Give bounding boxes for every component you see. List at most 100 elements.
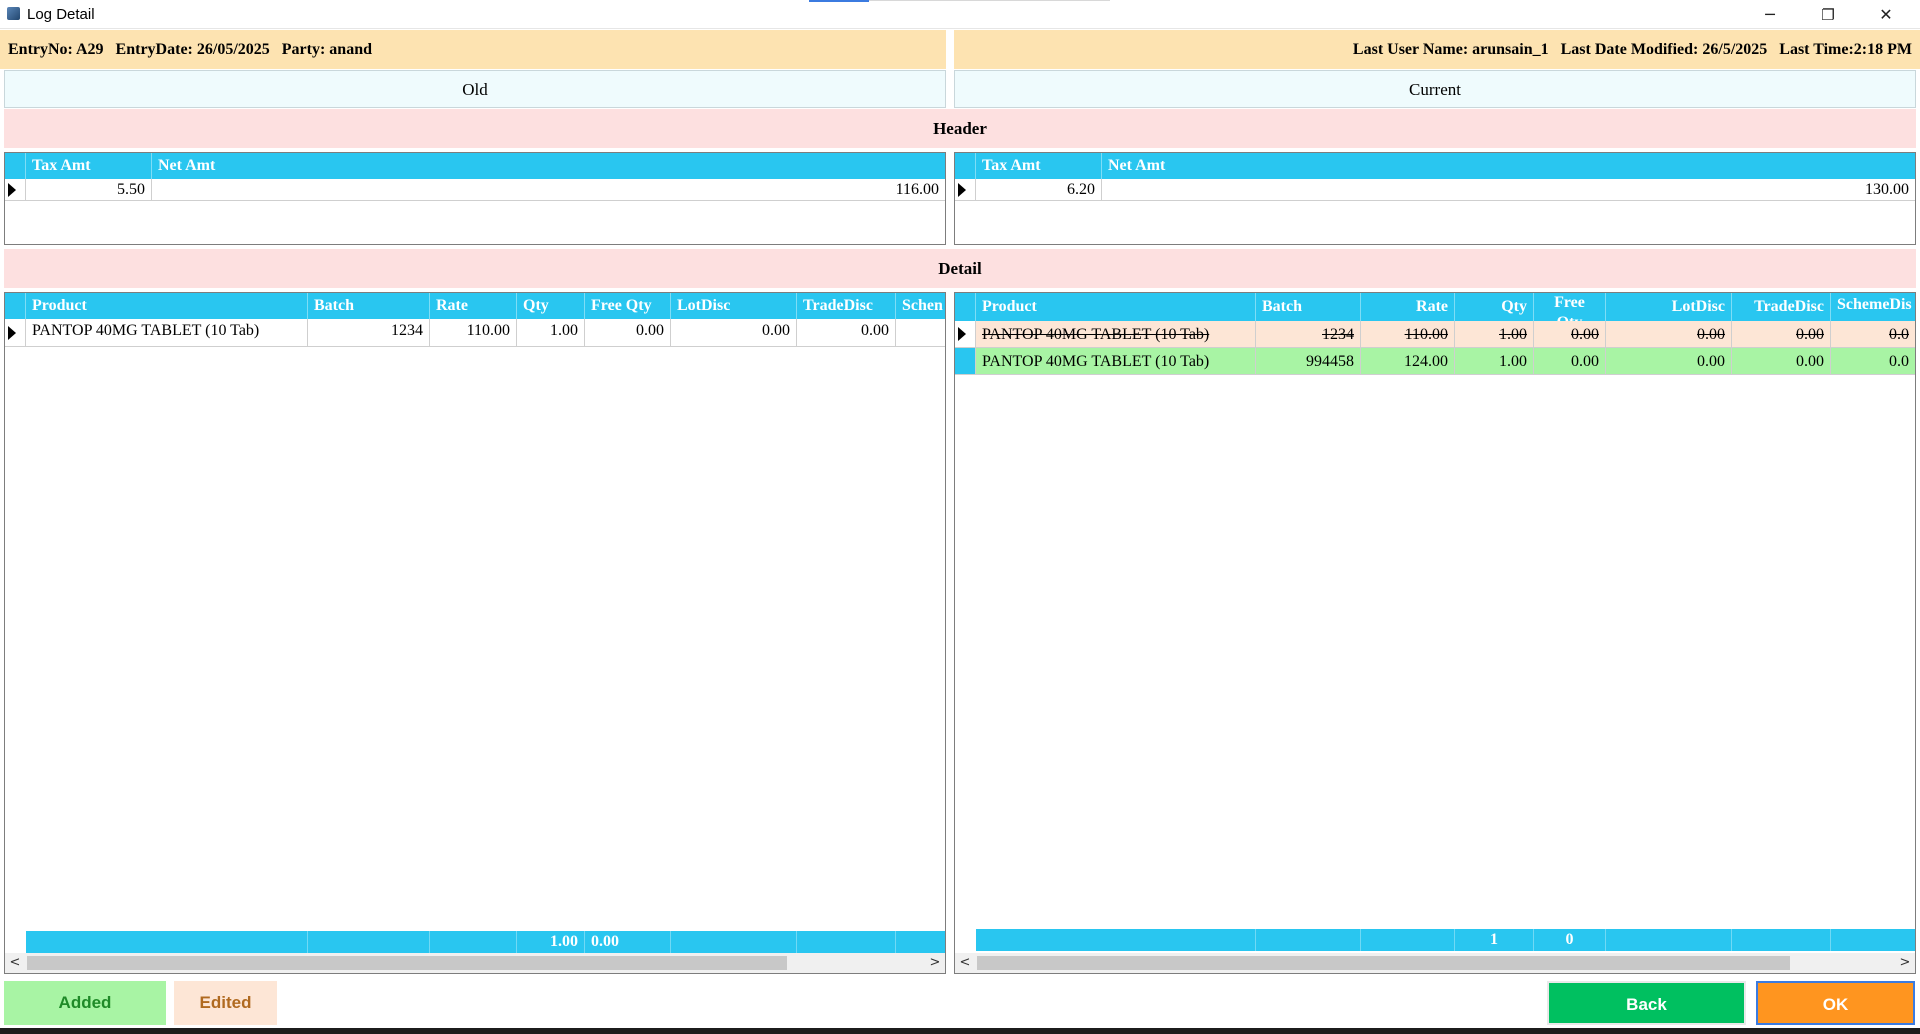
- col-batch[interactable]: Batch: [1256, 293, 1361, 321]
- col-batch[interactable]: Batch: [308, 293, 430, 319]
- cell-scheme[interactable]: 0.0: [1831, 321, 1915, 348]
- minimize-icon[interactable]: ─: [1742, 0, 1798, 29]
- cell-batch[interactable]: 1234: [1256, 321, 1361, 348]
- current-header-grid[interactable]: Tax Amt Net Amt 6.20 130.00: [954, 152, 1916, 245]
- table-row[interactable]: 6.20 130.00: [955, 179, 1915, 201]
- scroll-thumb[interactable]: [977, 956, 1790, 970]
- detail-section-band: Detail: [4, 249, 1916, 288]
- current-detail-grid-columns: Product Batch Rate Qty Free Qty LotDisc …: [955, 293, 1915, 321]
- modified-info-bar: Last User Name: arunsain_1 Last Date Mod…: [954, 30, 1920, 69]
- col-tax-amt[interactable]: Tax Amt: [26, 153, 152, 179]
- tab-accent-line: [869, 0, 1110, 1]
- table-row-edited[interactable]: PANTOP 40MG TABLET (10 Tab) 1234 110.00 …: [955, 321, 1915, 348]
- old-column-title: Old: [4, 70, 946, 108]
- col-tradedisc[interactable]: TradeDisc: [797, 293, 896, 319]
- restore-icon[interactable]: ❐: [1800, 0, 1856, 29]
- col-product[interactable]: Product: [26, 293, 308, 319]
- current-detail-hscrollbar[interactable]: < >: [955, 953, 1915, 973]
- back-button[interactable]: Back: [1547, 981, 1746, 1025]
- cell-batch[interactable]: 1234: [308, 319, 430, 347]
- cell-tradedisc[interactable]: 0.00: [1732, 348, 1831, 375]
- entry-info-bar: EntryNo: A29 EntryDate: 26/05/2025 Party…: [0, 30, 946, 69]
- old-header-grid[interactable]: Tax Amt Net Amt 5.50 116.00: [4, 152, 946, 245]
- col-free-qty[interactable]: Free Qty: [1534, 293, 1606, 321]
- cell-tax-amt[interactable]: 5.50: [26, 179, 152, 201]
- col-free-qty[interactable]: Free Qty: [585, 293, 671, 319]
- col-qty[interactable]: Qty: [1455, 293, 1534, 321]
- row-selector[interactable]: [955, 321, 976, 348]
- cell-product[interactable]: PANTOP 40MG TABLET (10 Tab): [976, 321, 1256, 348]
- legend-edited: Edited: [174, 981, 277, 1025]
- total-free-qty: 0.00: [585, 931, 671, 953]
- ok-button[interactable]: OK: [1756, 981, 1915, 1025]
- scroll-right-icon[interactable]: >: [1895, 953, 1915, 973]
- row-pointer-icon: [958, 182, 966, 197]
- col-rate[interactable]: Rate: [1361, 293, 1455, 321]
- old-totals-row: 1.00 0.00: [26, 931, 945, 953]
- scroll-left-icon[interactable]: <: [5, 953, 25, 973]
- cell-scheme[interactable]: [896, 319, 945, 347]
- cell-free-qty[interactable]: 0.00: [585, 319, 671, 347]
- cell-qty[interactable]: 1.00: [1455, 348, 1534, 375]
- cell-tax-amt[interactable]: 6.20: [976, 179, 1102, 201]
- total-product: [976, 929, 1256, 951]
- table-row[interactable]: 5.50 116.00: [5, 179, 945, 201]
- cell-tradedisc[interactable]: 0.00: [797, 319, 896, 347]
- col-scheme[interactable]: Schen: [896, 293, 945, 319]
- col-net-amt[interactable]: Net Amt: [1102, 153, 1915, 179]
- cell-lotdisc[interactable]: 0.00: [671, 319, 797, 347]
- table-row-added[interactable]: PANTOP 40MG TABLET (10 Tab) 994458 124.0…: [955, 348, 1915, 375]
- cell-batch[interactable]: 994458: [1256, 348, 1361, 375]
- row-selector[interactable]: [955, 348, 976, 375]
- scroll-right-icon[interactable]: >: [925, 953, 945, 973]
- cell-product[interactable]: PANTOP 40MG TABLET (10 Tab): [976, 348, 1256, 375]
- row-selector[interactable]: [5, 319, 26, 347]
- old-header-grid-columns: Tax Amt Net Amt: [5, 153, 945, 179]
- old-detail-hscrollbar[interactable]: < >: [5, 953, 945, 973]
- current-detail-grid[interactable]: Product Batch Rate Qty Free Qty LotDisc …: [954, 292, 1916, 974]
- cell-product[interactable]: PANTOP 40MG TABLET (10 Tab): [26, 319, 308, 347]
- col-scheme[interactable]: SchemeDis: [1831, 293, 1915, 321]
- col-rate[interactable]: Rate: [430, 293, 517, 319]
- cell-lotdisc[interactable]: 0.00: [1606, 321, 1732, 348]
- col-product[interactable]: Product: [976, 293, 1256, 321]
- row-selector[interactable]: [5, 179, 26, 201]
- col-net-amt[interactable]: Net Amt: [152, 153, 945, 179]
- cell-free-qty[interactable]: 0.00: [1534, 348, 1606, 375]
- table-row[interactable]: PANTOP 40MG TABLET (10 Tab) 1234 110.00 …: [5, 319, 945, 347]
- window-title: Log Detail: [27, 6, 95, 23]
- cell-lotdisc[interactable]: 0.00: [1606, 348, 1732, 375]
- total-lotdisc: [1606, 929, 1732, 951]
- total-rate: [1361, 929, 1455, 951]
- tab-accent: [809, 0, 869, 2]
- cell-rate[interactable]: 124.00: [1361, 348, 1455, 375]
- cell-tradedisc[interactable]: 0.00: [1732, 321, 1831, 348]
- total-qty: 1.00: [517, 931, 585, 953]
- cell-net-amt[interactable]: 116.00: [152, 179, 945, 201]
- col-lotdisc[interactable]: LotDisc: [1606, 293, 1732, 321]
- row-selector[interactable]: [955, 179, 976, 201]
- cell-scheme[interactable]: 0.0: [1831, 348, 1915, 375]
- total-tradedisc: [797, 931, 896, 953]
- total-batch: [1256, 929, 1361, 951]
- scroll-left-icon[interactable]: <: [955, 953, 975, 973]
- cell-free-qty[interactable]: 0.00: [1534, 321, 1606, 348]
- cell-qty[interactable]: 1.00: [1455, 321, 1534, 348]
- close-icon[interactable]: ✕: [1858, 0, 1914, 29]
- cell-rate[interactable]: 110.00: [430, 319, 517, 347]
- total-rate: [430, 931, 517, 953]
- row-pointer-icon: [8, 182, 16, 197]
- log-detail-window: Log Detail ─ ❐ ✕ EntryNo: A29 EntryDate:…: [0, 0, 1920, 1034]
- cell-net-amt[interactable]: 130.00: [1102, 179, 1915, 201]
- row-pointer-icon: [8, 325, 16, 340]
- old-detail-grid[interactable]: Product Batch Rate Qty Free Qty LotDisc …: [4, 292, 946, 974]
- legend-added: Added: [4, 981, 166, 1025]
- scroll-thumb[interactable]: [27, 956, 787, 970]
- cell-rate[interactable]: 110.00: [1361, 321, 1455, 348]
- col-tradedisc[interactable]: TradeDisc: [1732, 293, 1831, 321]
- col-qty[interactable]: Qty: [517, 293, 585, 319]
- total-product: [26, 931, 308, 953]
- col-tax-amt[interactable]: Tax Amt: [976, 153, 1102, 179]
- cell-qty[interactable]: 1.00: [517, 319, 585, 347]
- col-lotdisc[interactable]: LotDisc: [671, 293, 797, 319]
